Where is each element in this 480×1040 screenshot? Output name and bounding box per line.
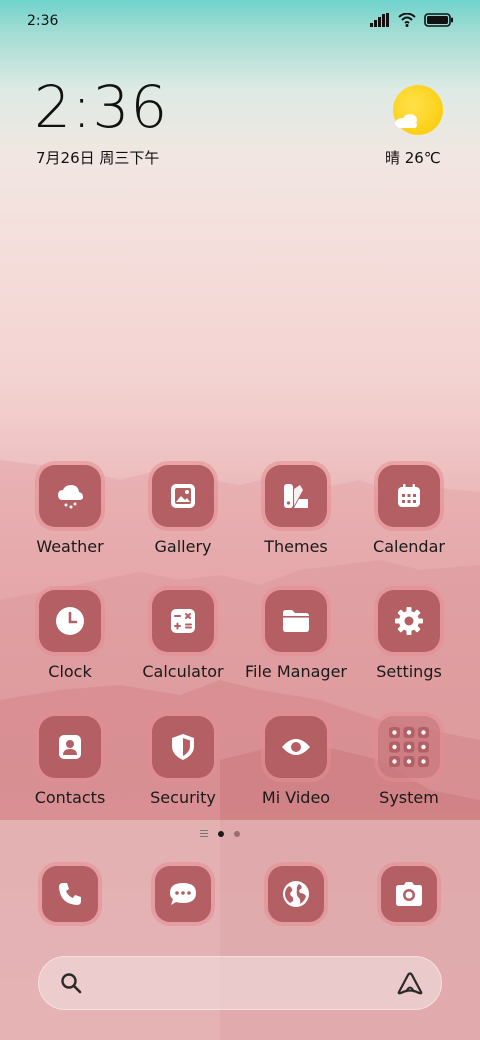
- weather-widget-text[interactable]: 晴 26℃: [385, 147, 441, 168]
- wifi-icon: [398, 13, 416, 27]
- app-clock[interactable]: Clock: [15, 590, 125, 690]
- search-icon[interactable]: [60, 972, 82, 998]
- app-label: Weather: [36, 537, 104, 556]
- folder-icon: [265, 590, 327, 652]
- status-bar: 2:36: [0, 0, 480, 42]
- dock-browser[interactable]: [241, 866, 351, 966]
- app-label: File Manager: [245, 662, 347, 681]
- clock-widget-date[interactable]: 7月26日 周三下午: [36, 147, 159, 168]
- contacts-icon: [39, 716, 101, 778]
- signal-icon: [370, 13, 389, 27]
- app-contacts[interactable]: Contacts: [15, 716, 125, 816]
- dock-messages[interactable]: [128, 866, 238, 966]
- message-icon: [155, 866, 211, 922]
- camera-icon: [381, 866, 437, 922]
- dock-camera[interactable]: [354, 866, 464, 966]
- app-calculator[interactable]: Calculator: [128, 590, 238, 690]
- menu-lines-icon: [200, 830, 208, 837]
- app-settings[interactable]: Settings: [354, 590, 464, 690]
- status-time: 2:36: [27, 13, 59, 29]
- weather-icon: [39, 465, 101, 527]
- app-label: Calendar: [373, 537, 445, 556]
- assistant-icon[interactable]: [396, 971, 424, 999]
- page-dot-active: [218, 830, 224, 837]
- eye-icon: [265, 716, 327, 778]
- app-label: Contacts: [34, 788, 106, 807]
- page-dot: [234, 830, 240, 837]
- shield-icon: [152, 716, 214, 778]
- app-label: Clock: [48, 662, 92, 681]
- sunny-cloud-icon[interactable]: [393, 85, 443, 135]
- calendar-icon: [378, 465, 440, 527]
- app-label: Gallery: [154, 537, 212, 556]
- folder-grid-icon: [378, 716, 440, 778]
- app-mi-video[interactable]: Mi Video: [241, 716, 351, 816]
- dock-phone[interactable]: [15, 866, 125, 966]
- app-file-manager[interactable]: File Manager: [241, 590, 351, 690]
- page-indicator[interactable]: [200, 830, 240, 837]
- app-label: Mi Video: [261, 788, 331, 807]
- calculator-icon: [152, 590, 214, 652]
- app-weather[interactable]: Weather: [15, 465, 125, 565]
- globe-icon: [268, 866, 324, 922]
- themes-icon: [265, 465, 327, 527]
- gear-icon: [378, 590, 440, 652]
- app-label: Themes: [264, 537, 328, 556]
- clock-icon: [39, 590, 101, 652]
- gallery-icon: [152, 465, 214, 527]
- battery-icon: [424, 13, 453, 27]
- app-themes[interactable]: Themes: [241, 465, 351, 565]
- search-bar[interactable]: [38, 956, 442, 1010]
- app-label: Calculator: [142, 662, 224, 681]
- app-label: System: [379, 788, 439, 807]
- status-icons: [370, 13, 454, 27]
- app-system-folder[interactable]: System: [354, 716, 464, 816]
- clock-widget-time[interactable]: 2:36: [34, 78, 168, 136]
- phone-icon: [42, 866, 98, 922]
- app-label: Settings: [376, 662, 442, 681]
- app-security[interactable]: Security: [128, 716, 238, 816]
- app-label: Security: [150, 788, 216, 807]
- app-calendar[interactable]: Calendar: [354, 465, 464, 565]
- app-gallery[interactable]: Gallery: [128, 465, 238, 565]
